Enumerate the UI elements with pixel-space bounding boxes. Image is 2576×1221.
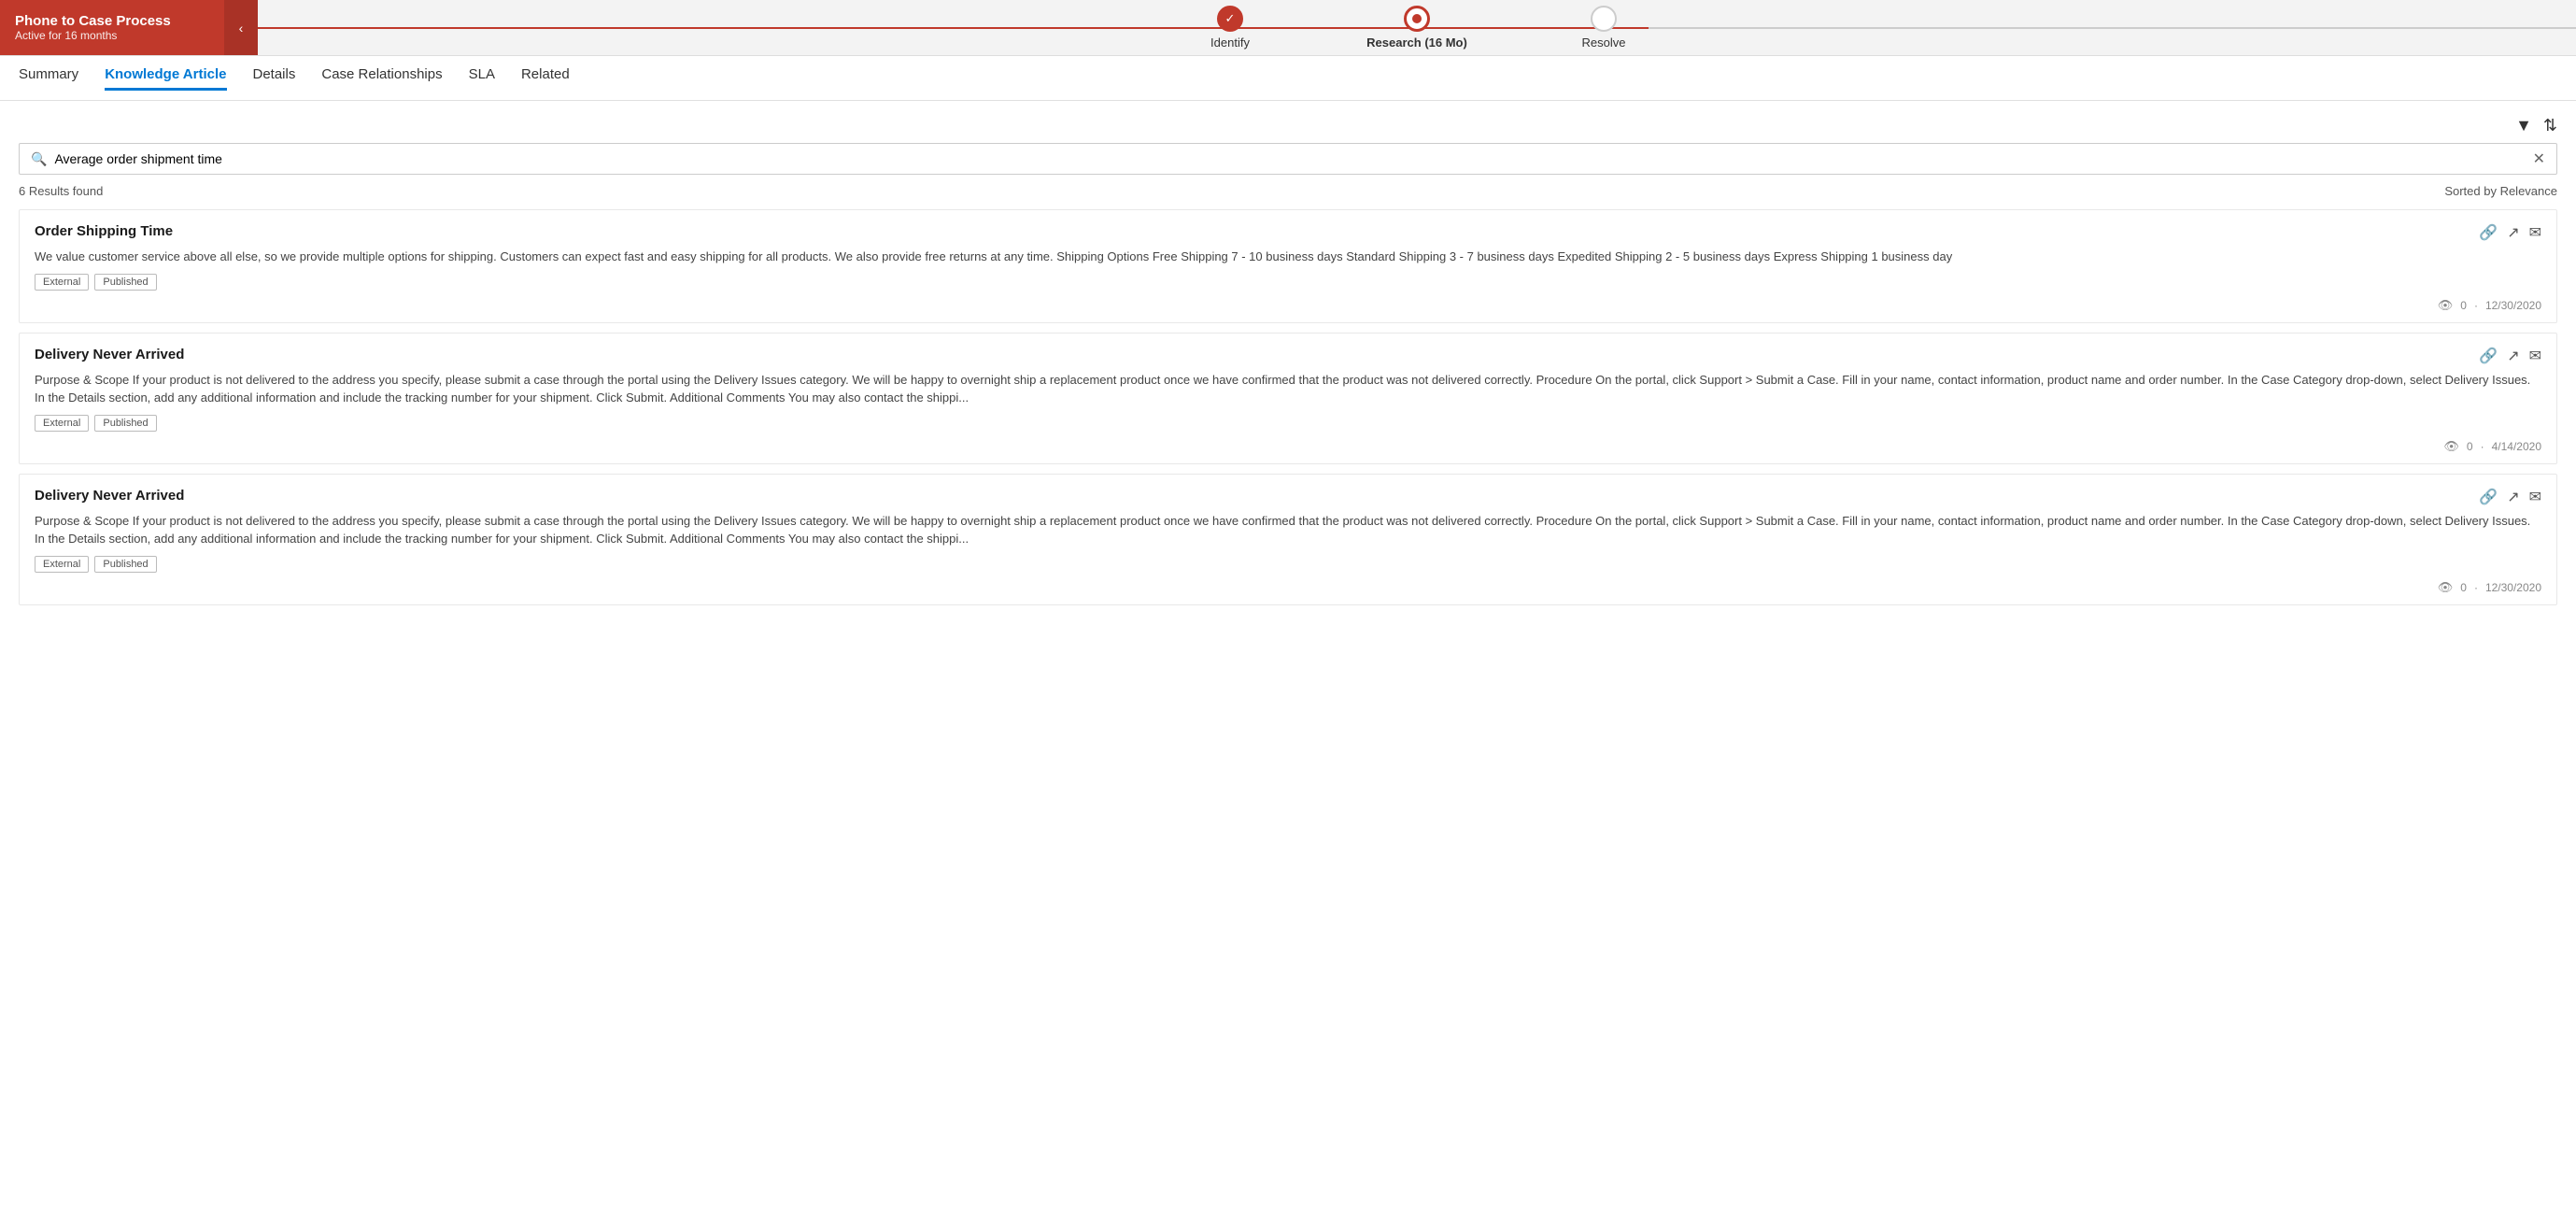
step-research-circle [1404, 6, 1430, 32]
process-status: Active for 16 months [15, 29, 209, 42]
separator: · [2474, 581, 2478, 594]
tab-case-relationships[interactable]: Case Relationships [321, 66, 442, 91]
article-views: 0 [2460, 581, 2467, 594]
article-header: Delivery Never Arrived 🔗 ↗ ✉ [35, 488, 2541, 506]
separator: · [2474, 299, 2478, 312]
article-actions: 🔗 ↗ ✉ [2479, 347, 2541, 365]
tag-external: External [35, 274, 89, 291]
process-title-block: Phone to Case Process Active for 16 mont… [0, 0, 224, 55]
article-tags: External Published [35, 415, 2541, 432]
article-tags: External Published [35, 556, 2541, 573]
sort-icon[interactable]: ⇅ [2543, 116, 2557, 135]
link-icon[interactable]: 🔗 [2479, 223, 2498, 242]
tab-related[interactable]: Related [521, 66, 570, 91]
link-icon[interactable]: 🔗 [2479, 488, 2498, 506]
article-card: Delivery Never Arrived 🔗 ↗ ✉ Purpose & S… [19, 333, 2557, 464]
step-identify-label: Identify [1210, 35, 1250, 50]
share-icon[interactable]: ↗ [2507, 223, 2519, 242]
article-card: Order Shipping Time 🔗 ↗ ✉ We value custo… [19, 209, 2557, 323]
views-icon: 👁 [2438, 580, 2454, 595]
article-body: Purpose & Scope If your product is not d… [35, 512, 2541, 548]
article-card: Delivery Never Arrived 🔗 ↗ ✉ Purpose & S… [19, 474, 2557, 605]
tab-knowledge-article[interactable]: Knowledge Article [105, 66, 226, 91]
step-research-label: Research (16 Mo) [1366, 35, 1467, 50]
share-icon[interactable]: ↗ [2507, 488, 2519, 506]
tag-external: External [35, 556, 89, 573]
process-steps: ✓ Identify Research (16 Mo) Resolve [258, 6, 2576, 50]
separator: · [2481, 440, 2484, 453]
article-header: Delivery Never Arrived 🔗 ↗ ✉ [35, 347, 2541, 365]
tag-published: Published [94, 556, 156, 573]
step-resolve-circle [1591, 6, 1617, 32]
results-meta: 6 Results found Sorted by Relevance [19, 184, 2557, 198]
search-input[interactable] [54, 151, 2532, 166]
main-content: ▼ ⇅ 🔍 ✕ 6 Results found Sorted by Releva… [0, 101, 2576, 630]
tab-sla[interactable]: SLA [469, 66, 495, 91]
search-bar[interactable]: 🔍 ✕ [19, 143, 2557, 175]
tab-bar: Summary Knowledge Article Details Case R… [0, 56, 2576, 101]
clear-search-icon[interactable]: ✕ [2533, 149, 2545, 168]
search-toolbar: ▼ ⇅ [19, 116, 2557, 135]
step-research[interactable]: Research (16 Mo) [1323, 6, 1510, 50]
article-tags: External Published [35, 274, 2541, 291]
link-icon[interactable]: 🔗 [2479, 347, 2498, 365]
search-icon: 🔍 [31, 151, 47, 167]
article-body: We value customer service above all else… [35, 248, 2541, 266]
article-actions: 🔗 ↗ ✉ [2479, 488, 2541, 506]
tab-summary[interactable]: Summary [19, 66, 78, 91]
results-count: 6 Results found [19, 184, 103, 198]
article-header: Order Shipping Time 🔗 ↗ ✉ [35, 223, 2541, 242]
step-resolve-label: Resolve [1582, 35, 1626, 50]
article-date: 4/14/2020 [2492, 440, 2541, 453]
article-views: 0 [2460, 299, 2467, 312]
article-footer: 👁 0 · 12/30/2020 [35, 580, 2541, 595]
article-actions: 🔗 ↗ ✉ [2479, 223, 2541, 242]
filter-icon[interactable]: ▼ [2515, 116, 2532, 135]
email-icon[interactable]: ✉ [2529, 488, 2541, 506]
tag-published: Published [94, 274, 156, 291]
results-sort: Sorted by Relevance [2444, 184, 2557, 198]
article-body: Purpose & Scope If your product is not d… [35, 371, 2541, 407]
views-icon: 👁 [2438, 298, 2454, 313]
share-icon[interactable]: ↗ [2507, 347, 2519, 365]
step-identify[interactable]: ✓ Identify [1137, 6, 1323, 50]
step-identify-circle: ✓ [1217, 6, 1243, 32]
tab-details[interactable]: Details [253, 66, 296, 91]
article-title[interactable]: Delivery Never Arrived [35, 347, 184, 362]
tag-external: External [35, 415, 89, 432]
process-name: Phone to Case Process [15, 13, 209, 29]
article-views: 0 [2467, 440, 2473, 453]
step-resolve[interactable]: Resolve [1510, 6, 1697, 50]
process-bar: Phone to Case Process Active for 16 mont… [0, 0, 2576, 56]
article-date: 12/30/2020 [2485, 299, 2541, 312]
article-title[interactable]: Order Shipping Time [35, 223, 173, 239]
tag-published: Published [94, 415, 156, 432]
article-footer: 👁 0 · 12/30/2020 [35, 298, 2541, 313]
article-title[interactable]: Delivery Never Arrived [35, 488, 184, 504]
email-icon[interactable]: ✉ [2529, 223, 2541, 242]
process-collapse-button[interactable]: ‹ [224, 0, 258, 55]
views-icon: 👁 [2443, 439, 2459, 454]
article-footer: 👁 0 · 4/14/2020 [35, 439, 2541, 454]
article-date: 12/30/2020 [2485, 581, 2541, 594]
email-icon[interactable]: ✉ [2529, 347, 2541, 365]
